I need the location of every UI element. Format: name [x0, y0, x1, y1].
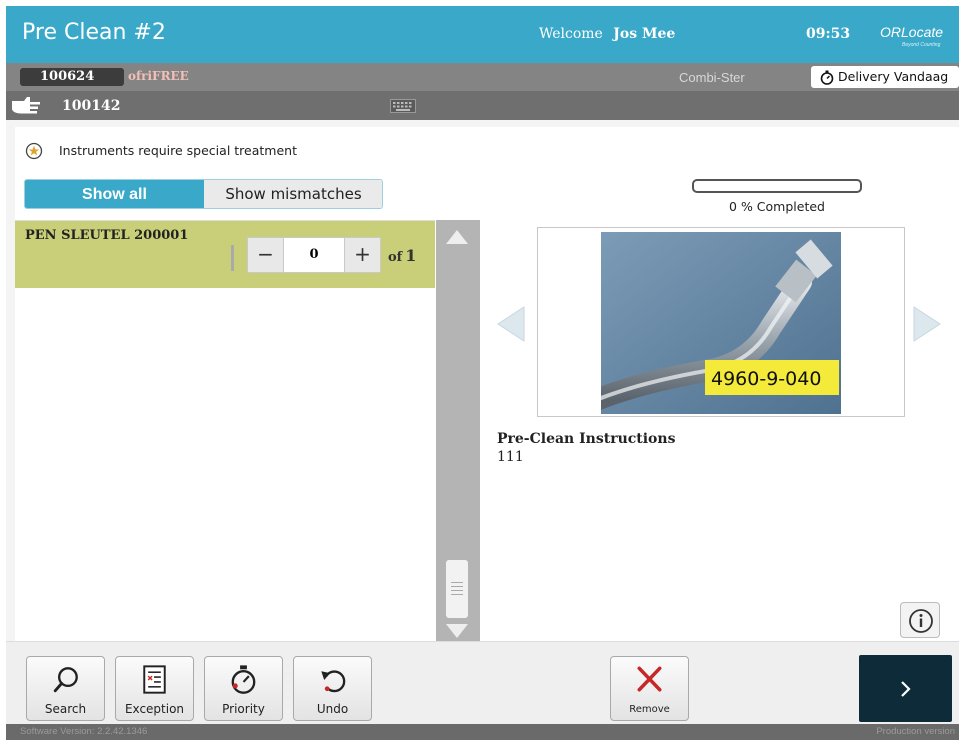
list-item[interactable]: PEN SLEUTEL 200001 − 0 + of 1 [15, 221, 435, 288]
instrument-image-frame: 4960-9-040 [537, 227, 905, 417]
quantity-value[interactable]: 0 [284, 237, 344, 273]
build-type: Production version [876, 726, 955, 737]
scroll-thumb[interactable] [446, 560, 468, 618]
chevron-right-icon [901, 681, 911, 697]
increment-button[interactable]: + [344, 237, 381, 273]
progress-label: 0 % Completed [729, 199, 825, 214]
delivery-label: Delivery Vandaag [838, 69, 949, 84]
search-button[interactable]: Search [26, 656, 105, 721]
order-info-bar: 100624 ofriFREE Combi-Ster Delivery Vand… [6, 63, 959, 91]
scroll-down-icon[interactable] [444, 622, 470, 640]
previous-image-icon[interactable] [496, 305, 526, 343]
remove-label: Remove [629, 704, 670, 715]
of-label: of [388, 250, 403, 265]
welcome-text: Welcome Jos Mee [539, 26, 675, 42]
stopwatch-icon [231, 665, 256, 694]
header-bar: Pre Clean #2 Welcome Jos Mee 09:53 ORLoc… [6, 6, 959, 63]
status-footer: Software Version: 2.2.42.1346 Production… [6, 724, 959, 740]
app-window: Pre Clean #2 Welcome Jos Mee 09:53 ORLoc… [6, 6, 959, 740]
search-label: Search [44, 702, 87, 716]
bottom-toolbar: Search Exception Priority Undo Remove [6, 641, 959, 724]
priority-button[interactable]: Priority [204, 656, 283, 721]
search-icon [53, 667, 78, 693]
quantity-stepper: − 0 + [247, 237, 381, 273]
welcome-label: Welcome [539, 26, 603, 42]
user-name: Jos Mee [613, 26, 676, 42]
undo-label: Undo [316, 702, 349, 716]
photo-part-number: 4960-9-040 [711, 368, 821, 390]
keyboard-icon[interactable] [390, 99, 416, 113]
order-id-badge: 100624 [20, 68, 124, 86]
machine-name: Combi-Ster [679, 70, 745, 85]
page-title: Pre Clean #2 [22, 20, 166, 45]
next-button[interactable] [859, 655, 952, 722]
set-id: 100142 [62, 98, 121, 114]
info-button[interactable] [900, 602, 940, 638]
show-all-button[interactable]: Show all [25, 180, 204, 208]
software-version: Software Version: 2.2.42.1346 [20, 726, 148, 737]
progress-bar [692, 179, 862, 193]
list-scrollbar[interactable] [436, 220, 480, 641]
main-panel: Instruments require special treatment Sh… [15, 127, 959, 641]
exception-label: Exception [124, 702, 185, 716]
logo-tagline: Beyond Counting [902, 42, 941, 48]
clock: 09:53 [806, 26, 851, 42]
star-badge-icon [25, 142, 43, 160]
info-icon [909, 609, 933, 633]
total-count: 1 [405, 246, 417, 265]
notice-text: Instruments require special treatment [59, 143, 297, 158]
delivery-badge[interactable]: Delivery Vandaag [811, 66, 959, 88]
quantity-total: of 1 [388, 246, 416, 265]
instructions-value: 111 [497, 449, 524, 465]
close-icon [637, 666, 662, 692]
order-owner: ofriFREE [128, 69, 189, 83]
exception-form-icon [143, 665, 166, 694]
instrument-name: PEN SLEUTEL 200001 [25, 228, 189, 243]
show-mismatches-button[interactable]: Show mismatches [204, 180, 382, 208]
next-image-icon[interactable] [912, 305, 942, 343]
undo-icon [321, 670, 346, 693]
exception-button[interactable]: Exception [115, 656, 194, 721]
orlocate-logo: ORLocate [880, 24, 944, 40]
instructions-title: Pre-Clean Instructions [497, 431, 676, 447]
instrument-detail: 4960-9-040 Pre-Clean Instructions 111 [480, 220, 959, 641]
instrument-photo: 4960-9-040 [601, 232, 841, 414]
set-info-bar: 100142 [6, 91, 959, 120]
remove-button[interactable]: Remove [610, 656, 689, 721]
filter-toggle: Show all Show mismatches [24, 179, 383, 209]
undo-button[interactable]: Undo [293, 656, 372, 721]
instrument-list: PEN SLEUTEL 200001 − 0 + of 1 [15, 220, 435, 641]
scroll-up-icon[interactable] [444, 228, 470, 246]
row-divider [231, 245, 234, 271]
decrement-button[interactable]: − [247, 237, 284, 273]
priority-label: Priority [222, 702, 265, 716]
hand-pointer-icon [12, 97, 40, 114]
stopwatch-icon [820, 70, 834, 85]
